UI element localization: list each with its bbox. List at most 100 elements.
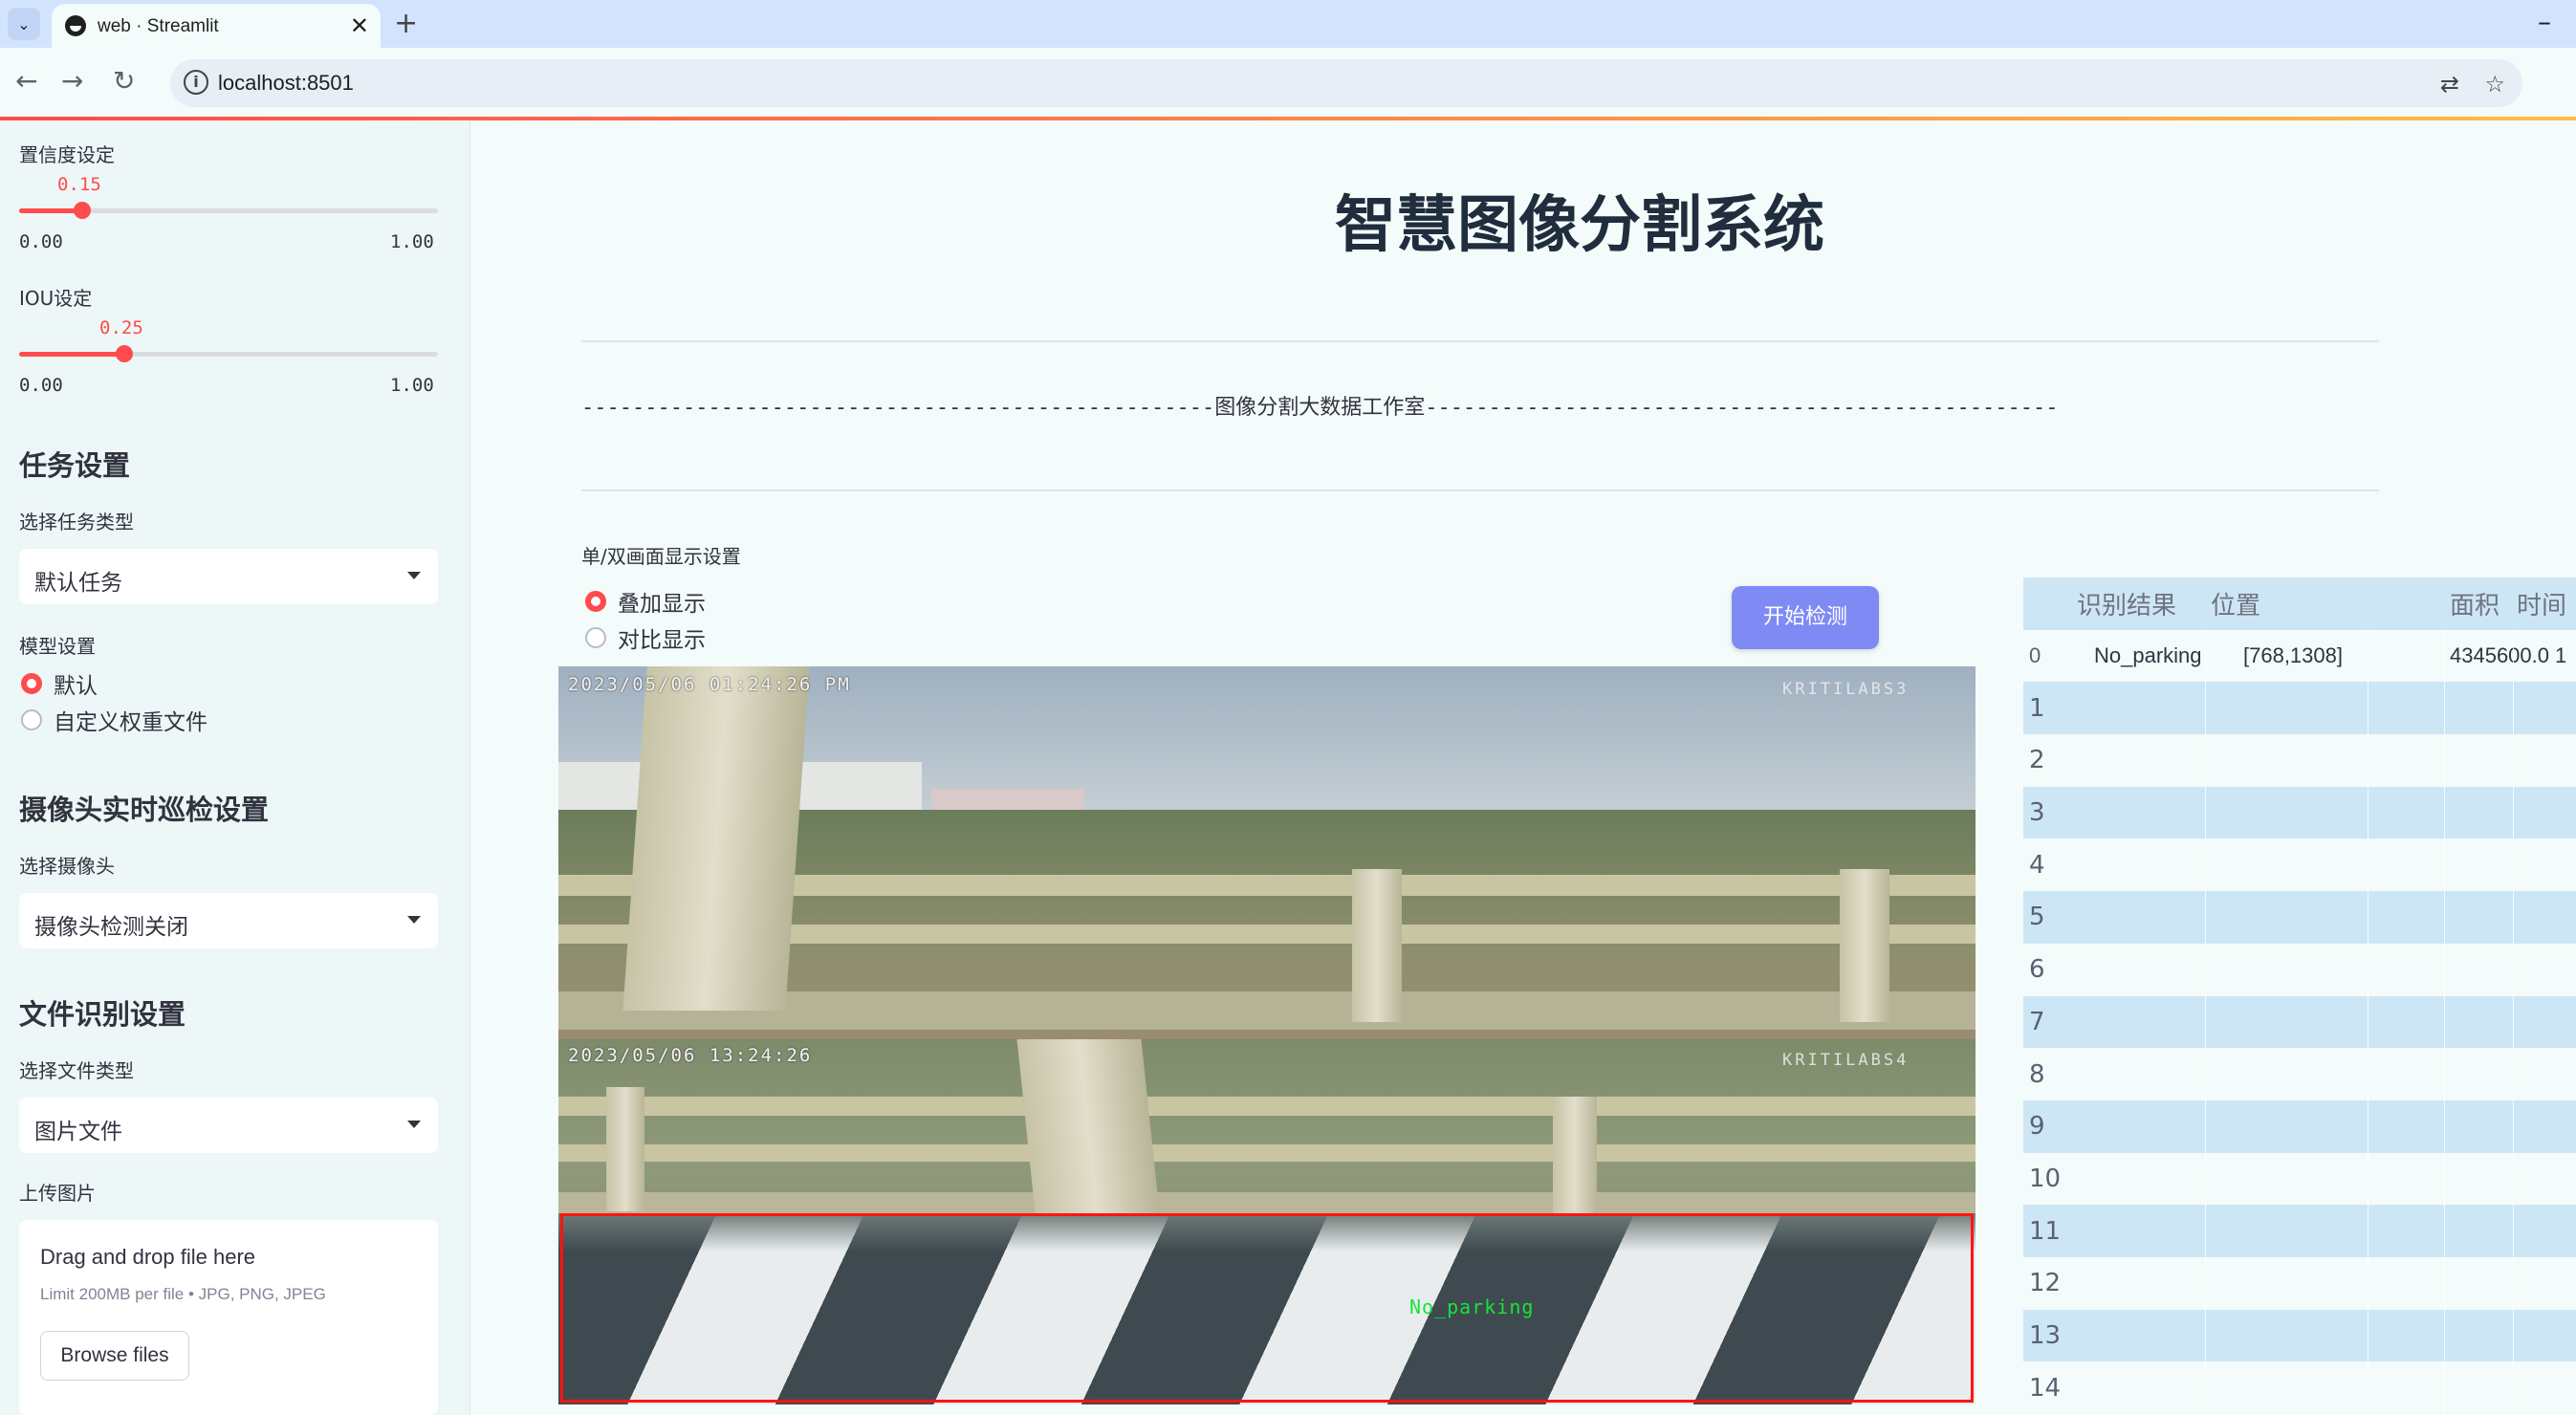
- cell-result[interactable]: [2077, 682, 2209, 734]
- cell-time[interactable]: [2517, 838, 2576, 891]
- forward-arrow-icon[interactable]: →: [61, 65, 83, 97]
- cell-position[interactable]: [2211, 944, 2371, 996]
- cell-position[interactable]: [2211, 1310, 2371, 1362]
- table-row[interactable]: 1: [2023, 682, 2576, 735]
- start-detection-button[interactable]: 开始检测: [1732, 586, 1879, 649]
- cell-time[interactable]: [2517, 1048, 2576, 1100]
- mode-radio-compare[interactable]: 对比显示: [585, 623, 706, 653]
- cell-area[interactable]: 4345600.0: [2450, 630, 2557, 683]
- cell-result[interactable]: [2077, 1048, 2209, 1100]
- iou-slider[interactable]: [19, 345, 438, 362]
- cell-result[interactable]: [2077, 1100, 2209, 1153]
- cell-time[interactable]: [2517, 944, 2576, 996]
- cell-time[interactable]: [2517, 1153, 2576, 1206]
- cell-position[interactable]: [2211, 787, 2371, 839]
- model-radio-custom[interactable]: 自定义权重文件: [21, 706, 207, 735]
- table-row[interactable]: 6: [2023, 943, 2576, 996]
- table-row[interactable]: 5: [2023, 891, 2576, 944]
- cell-position[interactable]: [2211, 838, 2371, 891]
- back-arrow-icon[interactable]: ←: [15, 65, 37, 97]
- cell-time[interactable]: 1: [2555, 630, 2576, 683]
- table-row[interactable]: 2: [2023, 734, 2576, 787]
- table-row[interactable]: 7: [2023, 995, 2576, 1049]
- close-tab-icon[interactable]: ✕: [350, 12, 369, 39]
- cell-divider: [2513, 1205, 2514, 1257]
- table-row[interactable]: 11: [2023, 1205, 2576, 1257]
- cell-position[interactable]: [2211, 1205, 2371, 1257]
- browser-toolbar: ← → ↻ i localhost:8501 ⇄ ☆: [0, 48, 2576, 119]
- cell-position[interactable]: [2211, 891, 2371, 944]
- column-header-position[interactable]: 位置: [2211, 577, 2371, 630]
- cell-position[interactable]: [2211, 734, 2371, 787]
- column-header-time[interactable]: 时间: [2517, 577, 2576, 630]
- radio-unselected-icon[interactable]: [585, 627, 606, 648]
- table-row[interactable]: 10: [2023, 1152, 2576, 1206]
- image-timestamp-bottom: 2023/05/06 13:24:26: [568, 1045, 813, 1066]
- cell-result[interactable]: [2077, 787, 2209, 839]
- cell-result[interactable]: [2077, 1153, 2209, 1206]
- radio-unselected-icon[interactable]: [21, 709, 42, 730]
- radio-selected-icon[interactable]: [585, 591, 606, 612]
- cell-time[interactable]: [2517, 1310, 2576, 1362]
- column-header-result[interactable]: 识别结果: [2077, 577, 2209, 630]
- file-uploader-dropzone[interactable]: Drag and drop file here Limit 200MB per …: [19, 1220, 438, 1415]
- cell-result[interactable]: [2077, 838, 2209, 891]
- table-row[interactable]: 14: [2023, 1361, 2576, 1414]
- cell-time[interactable]: [2517, 1205, 2576, 1257]
- table-row[interactable]: 13: [2023, 1309, 2576, 1362]
- cell-position[interactable]: [2211, 1153, 2371, 1206]
- table-row[interactable]: 9: [2023, 1099, 2576, 1153]
- cell-divider: [2513, 891, 2514, 944]
- radio-selected-icon[interactable]: [21, 673, 42, 694]
- cell-result[interactable]: [2077, 891, 2209, 944]
- cell-position[interactable]: [2211, 996, 2371, 1049]
- table-row[interactable]: 0 No_parking [768,1308] 4345600.0 1: [2023, 629, 2576, 683]
- iou-slider-thumb[interactable]: [115, 345, 133, 362]
- cell-position[interactable]: [2211, 1100, 2371, 1153]
- task-type-select[interactable]: 默认任务: [19, 549, 438, 604]
- bookmark-star-icon[interactable]: ☆: [2484, 71, 2505, 98]
- cell-time[interactable]: [2517, 891, 2576, 944]
- mode-radio-overlay[interactable]: 叠加显示: [585, 587, 706, 617]
- cell-position[interactable]: [768,1308]: [2243, 630, 2404, 683]
- browser-tab[interactable]: web · Streamlit ✕: [52, 4, 381, 48]
- iou-slider-min: 0.00: [19, 375, 63, 396]
- table-row[interactable]: 8: [2023, 1048, 2576, 1100]
- minimize-window-icon[interactable]: –: [2538, 6, 2551, 37]
- camera-select[interactable]: 摄像头检测关闭: [19, 893, 438, 948]
- tab-search-chevron-icon[interactable]: ⌄: [8, 8, 40, 40]
- cell-time[interactable]: [2517, 1257, 2576, 1310]
- cell-time[interactable]: [2517, 734, 2576, 787]
- browse-files-button[interactable]: Browse files: [40, 1331, 189, 1381]
- cell-time[interactable]: [2517, 1100, 2576, 1153]
- table-row[interactable]: 3: [2023, 786, 2576, 839]
- translate-icon[interactable]: ⇄: [2440, 71, 2459, 98]
- file-type-select[interactable]: 图片文件: [19, 1098, 438, 1153]
- cell-result[interactable]: [2077, 1310, 2209, 1362]
- cell-divider: [2205, 1309, 2206, 1362]
- reload-icon[interactable]: ↻: [113, 65, 135, 97]
- table-row[interactable]: 4: [2023, 838, 2576, 892]
- cell-divider: [2444, 891, 2445, 944]
- cell-result[interactable]: [2077, 734, 2209, 787]
- cell-time[interactable]: [2517, 682, 2576, 734]
- cell-position[interactable]: [2211, 682, 2371, 734]
- results-table[interactable]: 识别结果 位置 面积 时间 0 No_parking [768,1308] 43456…: [2023, 577, 2576, 1414]
- model-radio-default[interactable]: 默认: [21, 669, 98, 699]
- cell-result[interactable]: [2077, 944, 2209, 996]
- cell-position[interactable]: [2211, 1361, 2371, 1414]
- new-tab-plus-icon[interactable]: +: [394, 8, 418, 40]
- cell-time[interactable]: [2517, 787, 2576, 839]
- address-bar[interactable]: i localhost:8501 ⇄ ☆: [170, 59, 2522, 107]
- cell-result[interactable]: No_parking: [2094, 630, 2226, 683]
- cell-position[interactable]: [2211, 1257, 2371, 1310]
- cell-time[interactable]: [2517, 996, 2576, 1049]
- cell-result[interactable]: [2077, 1361, 2209, 1414]
- cell-position[interactable]: [2211, 1048, 2371, 1100]
- cell-result[interactable]: [2077, 1257, 2209, 1310]
- site-info-icon[interactable]: i: [184, 70, 208, 95]
- cell-time[interactable]: [2517, 1361, 2576, 1414]
- cell-result[interactable]: [2077, 1205, 2209, 1257]
- table-row[interactable]: 12: [2023, 1256, 2576, 1310]
- cell-result[interactable]: [2077, 996, 2209, 1049]
